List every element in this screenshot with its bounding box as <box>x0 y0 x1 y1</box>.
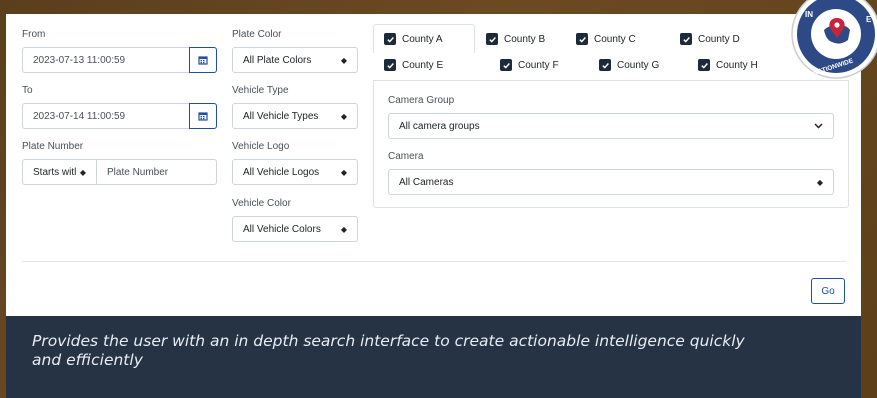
search-panel: From 2023-07-13 11:00:59 To 2023-07-14 1… <box>6 14 861 316</box>
updown-caret-icon: ◆ <box>79 167 86 177</box>
checkmark-icon <box>698 59 710 71</box>
chevron-down-icon <box>814 123 823 129</box>
county-checkbox-f[interactable]: County F <box>500 59 559 71</box>
plate-color-value: All Plate Colors <box>243 54 312 66</box>
updown-caret-icon: ◆ <box>340 111 347 121</box>
plate-color-select[interactable]: All Plate Colors ◆ <box>232 47 358 73</box>
plate-number-placeholder: Plate Number <box>107 166 169 178</box>
from-calendar-button[interactable] <box>189 47 217 73</box>
calendar-icon <box>198 56 208 65</box>
updown-caret-icon: ◆ <box>816 177 823 187</box>
seal-right-text: E <box>866 15 872 24</box>
vehicle-logo-label: Vehicle Logo <box>232 141 290 152</box>
updown-caret-icon: ◆ <box>340 224 347 234</box>
plate-match-value: Starts witl <box>33 166 77 178</box>
county-label: County B <box>504 33 546 45</box>
checkmark-icon <box>576 33 588 45</box>
seal-top-text: IN <box>805 10 813 19</box>
county-checkbox-b[interactable]: County B <box>486 33 545 45</box>
nationwide-seal-logo: IN E NATIONWIDE <box>791 0 877 79</box>
camera-group-label: Camera Group <box>388 95 455 106</box>
caption-banner: Provides the user with an in depth searc… <box>6 316 861 398</box>
county-label: County A <box>402 33 443 45</box>
checkmark-icon <box>384 33 396 45</box>
camera-card: Camera Group All camera groups Camera Al… <box>373 80 849 208</box>
county-label: County H <box>716 59 758 71</box>
plate-match-select[interactable]: Starts witl ◆ <box>22 159 97 185</box>
vehicle-color-select[interactable]: All Vehicle Colors ◆ <box>232 216 358 242</box>
county-checkbox-c[interactable]: County C <box>576 33 636 45</box>
vehicle-logo-select[interactable]: All Vehicle Logos ◆ <box>232 159 358 185</box>
go-button[interactable]: Go <box>811 278 845 304</box>
county-checkbox-a[interactable]: County A <box>384 33 443 45</box>
checkmark-icon <box>500 59 512 71</box>
county-label: County G <box>617 59 660 71</box>
to-calendar-button[interactable] <box>189 103 217 129</box>
checkmark-icon <box>599 59 611 71</box>
to-datetime-input[interactable]: 2023-07-14 11:00:59 <box>22 103 190 129</box>
from-value: 2023-07-13 11:00:59 <box>33 54 126 66</box>
vehicle-type-label: Vehicle Type <box>232 85 289 96</box>
camera-group-select[interactable]: All camera groups <box>388 113 834 139</box>
county-checkbox-d[interactable]: County D <box>680 33 740 45</box>
camera-label: Camera <box>388 151 424 162</box>
camera-select[interactable]: All Cameras ◆ <box>388 169 834 195</box>
checkmark-icon <box>384 59 396 71</box>
vehicle-logo-value: All Vehicle Logos <box>243 166 320 178</box>
to-value: 2023-07-14 11:00:59 <box>33 110 126 122</box>
county-label: County E <box>402 59 444 71</box>
vehicle-color-value: All Vehicle Colors <box>243 223 321 235</box>
caption-text: Provides the user with an in depth searc… <box>32 332 745 369</box>
plate-number-input[interactable]: Plate Number <box>96 159 217 185</box>
checkmark-icon <box>680 33 692 45</box>
divider <box>22 261 846 262</box>
to-label: To <box>22 85 33 96</box>
county-checkbox-g[interactable]: County G <box>599 59 659 71</box>
vehicle-type-select[interactable]: All Vehicle Types ◆ <box>232 103 358 129</box>
updown-caret-icon: ◆ <box>340 167 347 177</box>
plate-color-label: Plate Color <box>232 29 282 40</box>
county-camera-section: County A County B County C County D Coun… <box>373 24 849 208</box>
plate-number-label: Plate Number <box>22 141 84 152</box>
county-checkbox-h[interactable]: County H <box>698 59 758 71</box>
calendar-icon <box>198 112 208 121</box>
camera-group-value: All camera groups <box>399 120 480 132</box>
county-label: County D <box>698 33 740 45</box>
county-label: County F <box>518 59 559 71</box>
checkmark-icon <box>486 33 498 45</box>
county-label: County C <box>594 33 636 45</box>
camera-value: All Cameras <box>399 176 454 188</box>
vehicle-type-value: All Vehicle Types <box>243 110 319 122</box>
from-datetime-input[interactable]: 2023-07-13 11:00:59 <box>22 47 190 73</box>
from-label: From <box>22 29 46 40</box>
county-checkbox-e[interactable]: County E <box>384 59 443 71</box>
updown-caret-icon: ◆ <box>340 55 347 65</box>
vehicle-color-label: Vehicle Color <box>232 198 291 209</box>
